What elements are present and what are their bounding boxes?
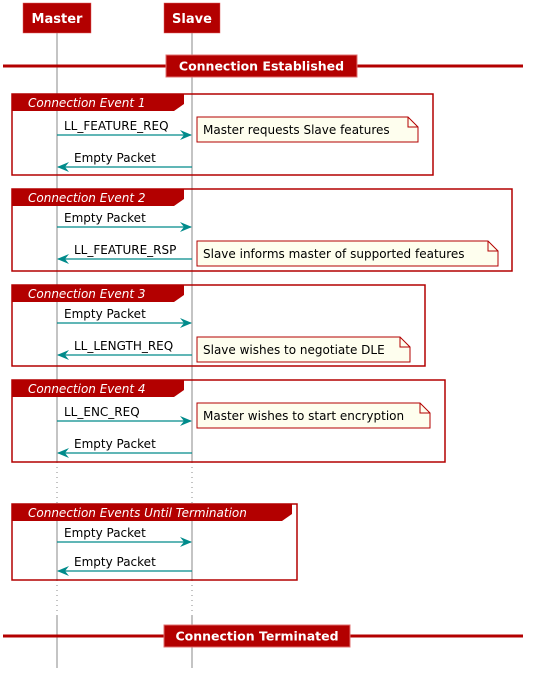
message: Empty Packet	[57, 555, 192, 576]
message-label: LL_LENGTH_REQ	[74, 339, 173, 353]
message: LL_FEATURE_RSP	[57, 243, 192, 264]
message-label: LL_FEATURE_REQ	[64, 119, 169, 133]
note: Slave wishes to negotiate DLE	[196, 336, 411, 363]
message: LL_LENGTH_REQ	[57, 339, 192, 360]
divider: Connection Terminated	[3, 624, 523, 648]
note: Master wishes to start encryption	[196, 402, 431, 429]
group-title: Connection Event 1	[28, 96, 146, 110]
message: Empty Packet	[57, 151, 192, 172]
note-text: Master wishes to start encryption	[203, 409, 404, 423]
message-label: Empty Packet	[74, 437, 156, 451]
sequence-diagram: Master Slave Connection Established Connect…	[3, 2, 523, 668]
divider-label: Connection Established	[179, 59, 344, 74]
participant-label: Slave	[172, 12, 212, 27]
message-label: Empty Packet	[64, 307, 146, 321]
message: LL_FEATURE_REQ	[57, 119, 192, 140]
message-label: LL_ENC_REQ	[64, 405, 140, 419]
message-label: LL_FEATURE_RSP	[74, 243, 176, 257]
note-text: Slave wishes to negotiate DLE	[203, 343, 385, 357]
participant-master[interactable]: Master	[22, 2, 92, 34]
note-text: Slave informs master of supported featur…	[203, 247, 465, 261]
participant-label: Master	[32, 12, 83, 27]
message-label: Empty Packet	[74, 555, 156, 569]
message: Empty Packet	[57, 211, 192, 232]
message-label: Empty Packet	[64, 211, 146, 225]
participant-slave[interactable]: Slave	[163, 2, 221, 34]
message: Empty Packet	[57, 307, 192, 328]
message: Empty Packet	[57, 526, 192, 547]
message-label: Empty Packet	[74, 151, 156, 165]
note-text: Master requests Slave features	[203, 123, 390, 137]
divider-label: Connection Terminated	[175, 629, 338, 644]
message-label: Empty Packet	[64, 526, 146, 540]
note: Slave informs master of supported featur…	[196, 240, 499, 267]
divider: Connection Established	[3, 54, 523, 78]
message: LL_ENC_REQ	[57, 405, 192, 426]
group-title: Connection Event 3	[28, 287, 146, 301]
group-title: Connection Event 2	[28, 191, 146, 205]
group-title: Connection Events Until Termination	[28, 506, 247, 520]
note: Master requests Slave features	[196, 116, 419, 143]
group-title: Connection Event 4	[28, 382, 146, 396]
message: Empty Packet	[57, 437, 192, 458]
